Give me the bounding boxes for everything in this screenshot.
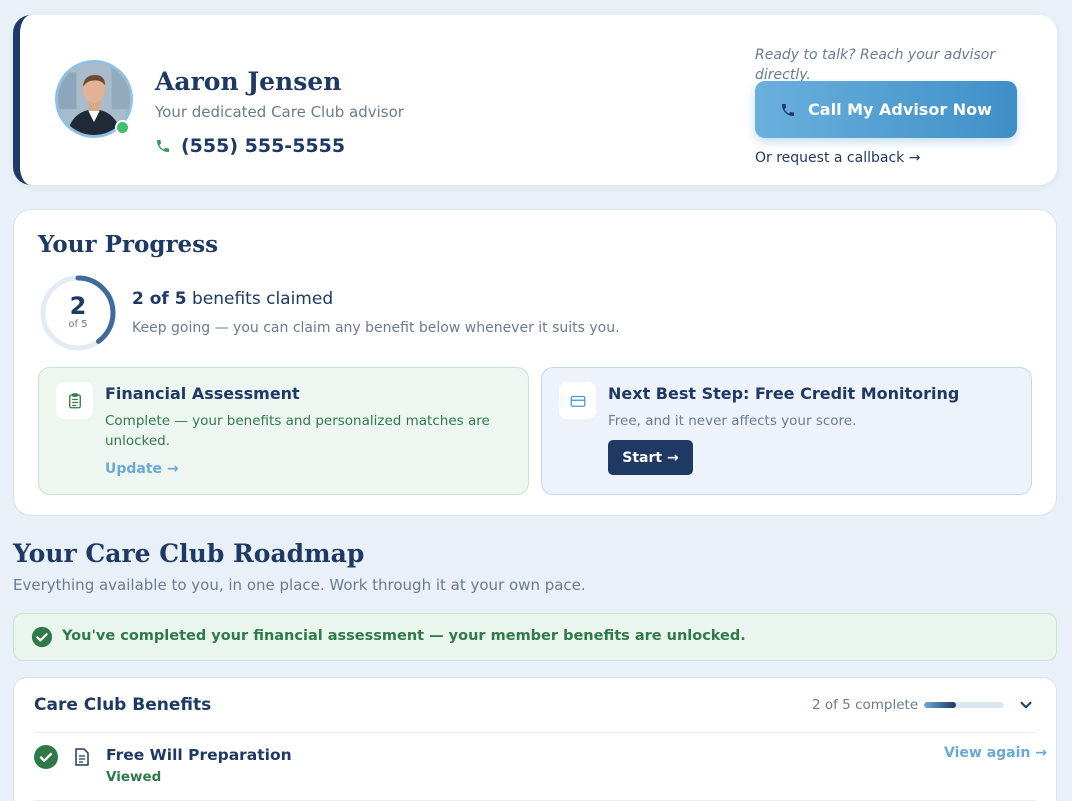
progress-ring-number: 2: [69, 292, 87, 320]
advisor-phone-row[interactable]: (555) 555-5555: [155, 135, 345, 157]
benefits-card: Care Club Benefits 2 of 5 complete Free …: [13, 677, 1057, 801]
ready-to-talk-text: Ready to talk? Reach your advisor direct…: [755, 47, 996, 83]
claimed-count: 2 of 5: [132, 289, 187, 309]
online-status-dot: [115, 120, 130, 135]
check-circle-icon: [34, 745, 58, 769]
document-icon: [75, 748, 89, 766]
roadmap-title: Your Care Club Roadmap: [13, 539, 365, 568]
benefits-progress-fill: [924, 702, 956, 708]
advisor-name: Aaron Jensen: [155, 67, 342, 96]
benefit-title: Free Will Preparation: [106, 746, 292, 764]
phone-icon: [157, 140, 169, 152]
next-step-description: Free, and it never affects your score.: [608, 413, 857, 429]
chevron-down-icon[interactable]: [1017, 696, 1035, 714]
credit-card-icon: [559, 382, 596, 419]
keep-going-text: Keep going — you can claim any benefit b…: [132, 320, 620, 336]
progress-card: Your Progress 2 of 5 2 of 5 benefits cla…: [13, 209, 1057, 516]
divider: [34, 732, 1036, 733]
progress-ring-of: of 5: [68, 319, 88, 330]
assessment-title: Financial Assessment: [105, 384, 300, 403]
benefits-claimed-text: 2 of 5 benefits claimed: [132, 289, 333, 309]
benefits-complete-count: 2 of 5 complete: [812, 697, 919, 713]
assessment-description: Complete — your benefits and personalize…: [105, 413, 490, 449]
check-circle-icon: [31, 626, 53, 648]
completion-banner: You've completed your financial assessme…: [13, 613, 1057, 661]
call-advisor-label: Call My Advisor Now: [808, 100, 992, 119]
advisor-card: Aaron Jensen Your dedicated Care Club ad…: [13, 15, 1057, 185]
phone-icon: [782, 103, 795, 116]
advisor-phone: (555) 555-5555: [181, 135, 346, 157]
advisor-subtitle: Your dedicated Care Club advisor: [155, 103, 404, 121]
benefits-progress-bar: [924, 702, 1004, 708]
progress-title: Your Progress: [38, 231, 219, 258]
roadmap-subtitle: Everything available to you, in one plac…: [13, 576, 586, 594]
start-button[interactable]: Start →: [608, 440, 693, 475]
view-again-link[interactable]: View again →: [944, 745, 1047, 761]
benefit-status: Viewed: [106, 769, 162, 785]
next-step-title: Next Best Step: Free Credit Monitoring: [608, 384, 960, 403]
next-step-card: Next Best Step: Free Credit Monitoring F…: [541, 367, 1032, 495]
benefits-title: Care Club Benefits: [34, 695, 212, 715]
clipboard-check-icon: [56, 382, 93, 419]
completion-banner-text: You've completed your financial assessme…: [62, 628, 746, 644]
call-advisor-button[interactable]: Call My Advisor Now: [755, 81, 1017, 138]
update-assessment-link[interactable]: Update →: [105, 461, 179, 477]
request-callback-link[interactable]: Or request a callback →: [755, 150, 920, 166]
financial-assessment-card: Financial Assessment Complete — your ben…: [38, 367, 529, 495]
claimed-suffix: benefits claimed: [186, 289, 334, 309]
